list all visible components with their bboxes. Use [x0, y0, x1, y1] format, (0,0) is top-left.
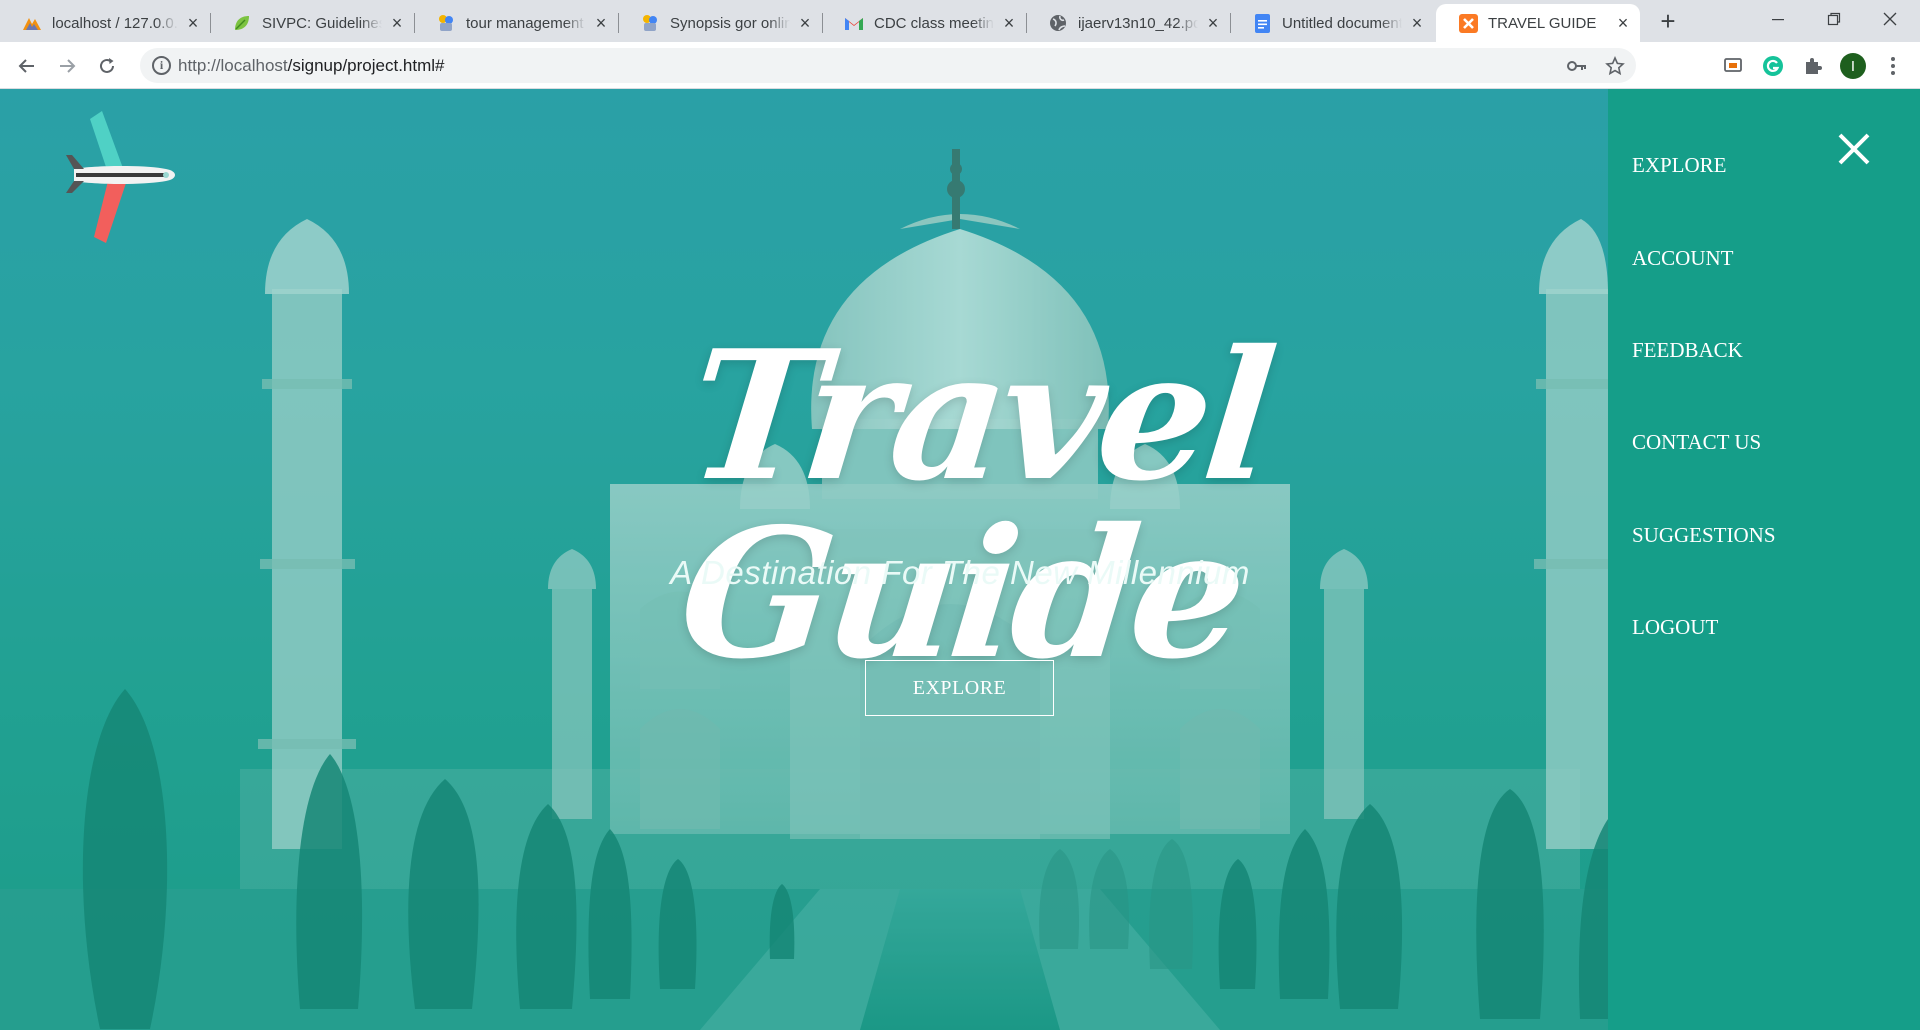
tab-sivpc[interactable]: SIVPC: Guidelines for ×: [210, 4, 415, 42]
tab-title: TRAVEL GUIDE: [1488, 14, 1597, 32]
tab-strip: localhost / 127.0.0.1 × SIVPC: Guideline…: [0, 0, 1920, 42]
forward-button[interactable]: [52, 51, 82, 81]
close-menu-icon[interactable]: [1834, 129, 1874, 169]
new-tab-button[interactable]: +: [1650, 8, 1686, 36]
star-icon[interactable]: [1602, 53, 1628, 79]
menu-item-suggestions[interactable]: SUGGESTIONS: [1632, 523, 1776, 548]
docs-icon: [1252, 13, 1272, 33]
menu-item-feedback[interactable]: FEEDBACK: [1632, 338, 1743, 363]
info-icon[interactable]: i: [152, 56, 171, 75]
back-arrow-icon: [18, 59, 34, 73]
tab-title: SIVPC: Guidelines for: [262, 14, 382, 32]
tab-close-icon[interactable]: ×: [1614, 13, 1632, 33]
kebab-menu-icon: [1891, 57, 1895, 75]
browser-toolbar: i http://localhost/signup/project.html# …: [0, 42, 1920, 89]
reload-button[interactable]: [92, 51, 122, 81]
tab-travel-guide[interactable]: TRAVEL GUIDE ×: [1436, 4, 1640, 42]
tab-tour-management[interactable]: tour management ×: [414, 4, 619, 42]
tab-close-icon[interactable]: ×: [1000, 13, 1018, 33]
window-close-button[interactable]: [1862, 0, 1918, 38]
tab-title: tour management: [466, 14, 584, 32]
menu-item-account[interactable]: ACCOUNT: [1632, 246, 1734, 271]
reload-icon: [100, 58, 114, 73]
cast-button[interactable]: [1718, 51, 1748, 81]
tab-phpmyadmin[interactable]: localhost / 127.0.0.1 ×: [0, 4, 211, 42]
tab-pdf[interactable]: ijaerv13n10_42.pdf ×: [1026, 4, 1231, 42]
hero-section: Travel Guide A Destination For The New M…: [0, 89, 1608, 1030]
side-menu: EXPLORE ACCOUNT FEEDBACK CONTACT US SUGG…: [1608, 89, 1920, 1030]
url-text: http://localhost/signup/project.html#: [178, 56, 445, 76]
back-button[interactable]: [12, 51, 42, 81]
menu-item-contact-us[interactable]: CONTACT US: [1632, 430, 1761, 455]
menu-item-explore[interactable]: EXPLORE: [1632, 153, 1727, 178]
menu-item-logout[interactable]: LOGOUT: [1632, 615, 1718, 640]
gmail-icon: [844, 13, 864, 33]
profile-button[interactable]: I: [1838, 51, 1868, 81]
xampp-icon: [1458, 13, 1478, 33]
airplane-logo-icon[interactable]: [66, 111, 182, 243]
minimize-button[interactable]: [1750, 0, 1806, 38]
hero-title: Travel Guide: [671, 311, 1279, 698]
grammarly-icon: [1763, 56, 1783, 76]
tab-cdc-meeting[interactable]: CDC class meeting ×: [822, 4, 1027, 42]
tab-close-icon[interactable]: ×: [184, 13, 202, 33]
url-path: /signup/project.html#: [287, 56, 445, 75]
close-icon: [1883, 12, 1897, 26]
key-icon[interactable]: [1564, 53, 1590, 79]
explore-button[interactable]: EXPLORE: [865, 660, 1054, 716]
leaf-icon: [232, 13, 252, 33]
tab-close-icon[interactable]: ×: [796, 13, 814, 33]
cast-icon: [1724, 58, 1742, 72]
tab-title: localhost / 127.0.0.1: [52, 14, 178, 32]
grammarly-button[interactable]: [1758, 51, 1788, 81]
tab-close-icon[interactable]: ×: [388, 13, 406, 33]
restore-icon: [1827, 12, 1841, 26]
restore-button[interactable]: [1806, 0, 1862, 38]
phpmyadmin-icon: [22, 13, 42, 33]
tab-title: CDC class meeting: [874, 14, 994, 32]
tab-title: Synopsis gor online: [670, 14, 790, 32]
puzzle-icon: [1806, 58, 1822, 74]
tab-title: ijaerv13n10_42.pdf: [1078, 14, 1198, 32]
extensions-button[interactable]: [1798, 51, 1828, 81]
globe-icon: [1048, 13, 1068, 33]
tab-untitled-document[interactable]: Untitled document ×: [1230, 4, 1434, 42]
hero-subtitle: A Destination For The New Millennium: [670, 554, 1250, 591]
tab-synopsis[interactable]: Synopsis gor online ×: [618, 4, 823, 42]
tour-app-icon: [436, 13, 456, 33]
browser-menu-button[interactable]: [1878, 51, 1908, 81]
minimize-icon: [1772, 19, 1784, 21]
tab-close-icon[interactable]: ×: [1408, 13, 1426, 33]
url-host: http://localhost: [178, 56, 288, 75]
address-bar[interactable]: i http://localhost/signup/project.html#: [140, 48, 1636, 83]
avatar: I: [1840, 53, 1866, 79]
tab-title: Untitled document: [1282, 14, 1402, 32]
tour-app-icon: [640, 13, 660, 33]
forward-arrow-icon: [60, 59, 76, 73]
tab-close-icon[interactable]: ×: [1204, 13, 1222, 33]
web-page: Travel Guide A Destination For The New M…: [0, 89, 1920, 1030]
tab-close-icon[interactable]: ×: [592, 13, 610, 33]
